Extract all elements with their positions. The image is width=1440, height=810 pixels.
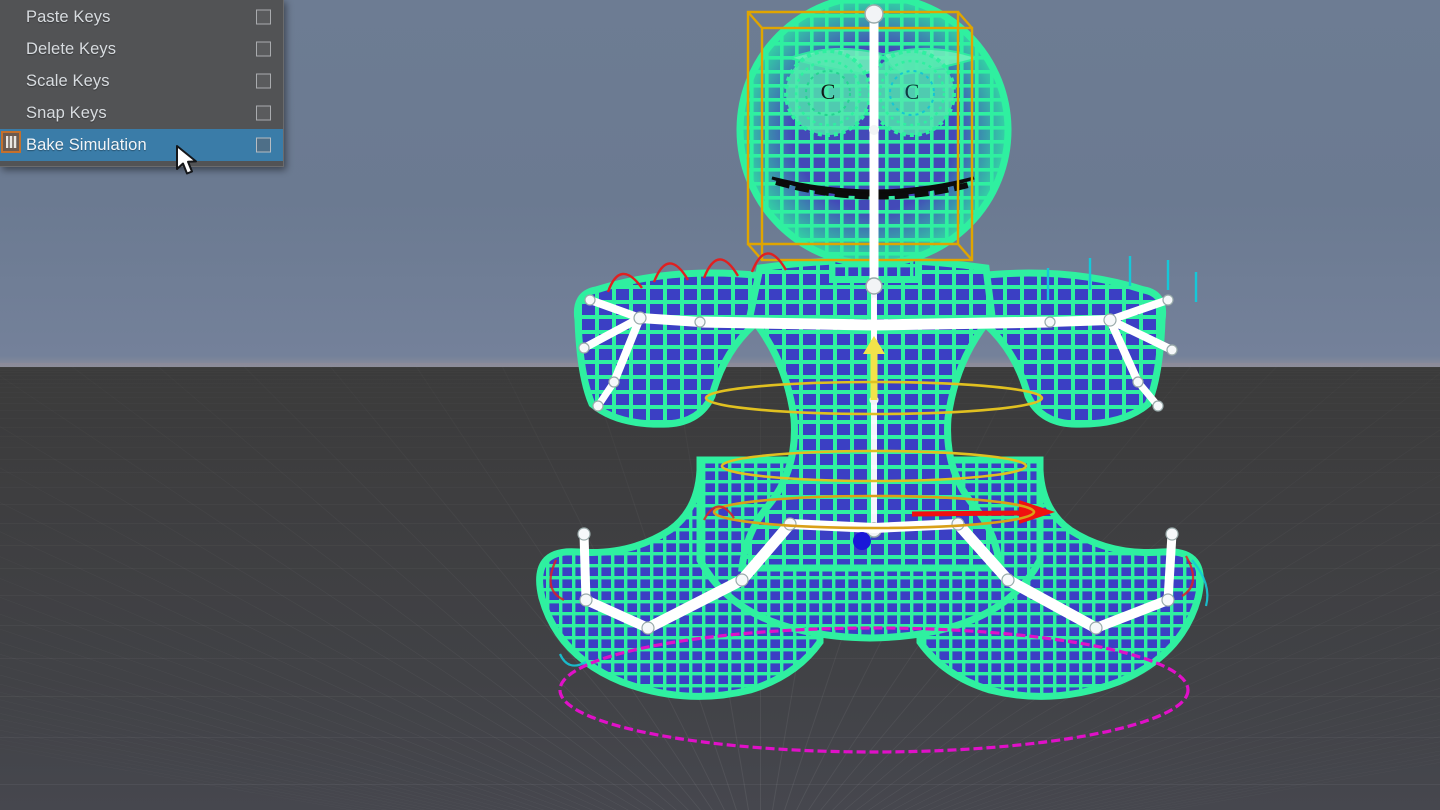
menu-item-label: Paste Keys bbox=[26, 7, 111, 26]
menu-item-delete-keys[interactable]: Delete Keys bbox=[0, 33, 283, 65]
eye-left: C bbox=[784, 49, 872, 137]
menu-item-label: Delete Keys bbox=[26, 39, 117, 58]
torn-off-menu-glyph bbox=[5, 136, 17, 148]
option-box-checkbox[interactable] bbox=[256, 41, 271, 57]
menu-item-snap-keys[interactable]: Snap Keys bbox=[0, 97, 283, 129]
eye-right: C bbox=[868, 49, 956, 137]
menu-item-paste-keys[interactable]: Paste Keys bbox=[0, 1, 283, 33]
menu-item-label: Scale Keys bbox=[26, 71, 110, 90]
left-arm bbox=[573, 269, 774, 428]
mouse-cursor bbox=[175, 144, 201, 178]
torn-off-menu-icon[interactable] bbox=[1, 131, 21, 153]
right-arm bbox=[966, 269, 1167, 428]
option-box-checkbox[interactable] bbox=[256, 73, 271, 89]
menu-item-label: Snap Keys bbox=[26, 103, 107, 122]
root-pivot-dot[interactable] bbox=[853, 532, 871, 550]
menu-item-scale-keys[interactable]: Scale Keys bbox=[0, 65, 283, 97]
screen: C C Paste Keys Delete Keys Scale Keys Sn… bbox=[0, 0, 1440, 810]
option-box-checkbox[interactable] bbox=[256, 105, 271, 121]
menu-item-label: Bake Simulation bbox=[26, 135, 147, 154]
keys-menu[interactable]: Paste Keys Delete Keys Scale Keys Snap K… bbox=[0, 0, 284, 167]
option-box-checkbox[interactable] bbox=[256, 9, 271, 25]
option-box-checkbox[interactable] bbox=[256, 137, 271, 153]
svg-text:C: C bbox=[821, 79, 836, 104]
menu-item-bake-simulation[interactable]: Bake Simulation bbox=[0, 129, 283, 161]
svg-text:C: C bbox=[905, 79, 920, 104]
